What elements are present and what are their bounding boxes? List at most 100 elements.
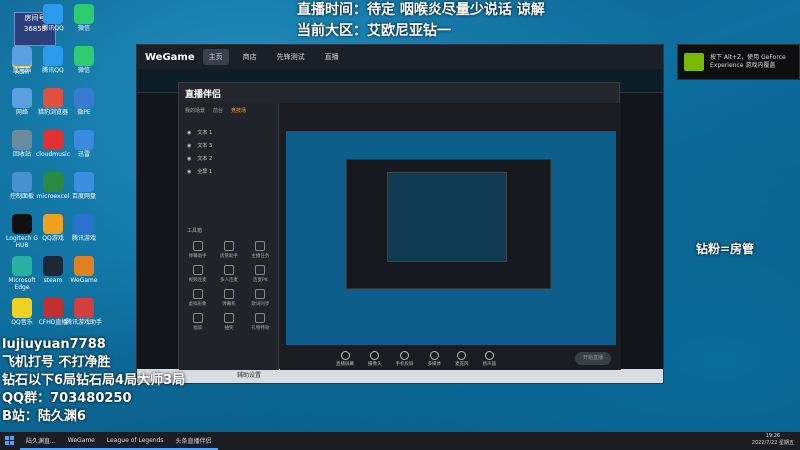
desktop-icon[interactable]: 腾讯游戏 [64, 214, 104, 243]
app-icon [74, 298, 94, 318]
app-icon [74, 88, 94, 108]
tool-item[interactable]: 主播任务 [246, 241, 275, 259]
app-icon [12, 130, 32, 150]
tool-item[interactable]: 连麦PK [246, 265, 275, 283]
tab-my-scenes[interactable]: 我的场景 [185, 107, 205, 114]
taskbar-item-browser[interactable]: 陆久渊直... [20, 432, 62, 450]
nvidia-notification[interactable]: 按下 Alt+Z，使用 GeForce Experience 游戏内覆盖 [677, 44, 800, 80]
desktop-icon[interactable]: 腾讯游戏助手 [64, 298, 104, 327]
tool-item[interactable]: 多人连麦 [214, 265, 243, 283]
wegame-tab-store[interactable]: 商店 [237, 49, 263, 65]
app-icon [74, 256, 94, 276]
tool-item[interactable]: 虚拟形象 [183, 289, 212, 307]
start-button[interactable] [0, 432, 20, 450]
source-control[interactable]: 扬声器 [482, 350, 497, 367]
desktop-icon-label: 迅雷 [77, 151, 90, 158]
preview-nested-window [346, 159, 551, 289]
control-icon [484, 350, 494, 360]
desktop-icon[interactable]: 迅雷 [64, 130, 104, 159]
source-control[interactable]: 直播屏幕 [336, 350, 354, 367]
tool-label: 弹幕助手 [188, 254, 207, 259]
tab-arena[interactable]: 竞技场 [231, 107, 246, 114]
taskbar-item-wegame[interactable]: WeGame [61, 432, 101, 450]
toolbox-grid: 弹幕助手 房管助手 主播任务视频连麦 多人连麦 连麦PK 虚拟形象 弹幕机 歌词同步福袋 抽奖 礼… [183, 241, 275, 331]
desktop-icon[interactable]: 微PE [64, 88, 104, 117]
app-icon [12, 88, 32, 108]
taskbar-item-lol[interactable]: League of Legends [100, 432, 170, 450]
layer-item[interactable]: ◉ 文本 3 [179, 139, 278, 152]
source-control[interactable]: 麦克风 [455, 350, 469, 367]
system-clock[interactable]: 19:26 2022/7/22 星期五 [752, 433, 794, 447]
desktop-icon[interactable]: 微信 [64, 4, 104, 33]
source-control[interactable]: 多媒体 [427, 350, 442, 367]
desktop-icon-label: 微PE [77, 109, 91, 116]
tool-label: 抽奖 [224, 326, 234, 331]
start-live-button[interactable]: 开始直播 [575, 352, 611, 365]
companion-logo: 直播伴侣 [185, 89, 222, 100]
app-icon [43, 172, 63, 192]
taskbar-item-companion[interactable]: 头条直播伴侣 [169, 432, 218, 450]
wegame-tab-home[interactable]: 主页 [202, 49, 229, 65]
wegame-titlebar[interactable]: WeGame 主页 商店 先锋测试 直播 [137, 45, 663, 69]
desktop-icon-label: steam [43, 277, 63, 284]
control-label: 手机投屏 [395, 361, 414, 367]
control-label: 摄像头 [368, 361, 382, 367]
tab-front[interactable]: 前台 [213, 107, 223, 114]
desktop-icon-label: 腾讯QQ [42, 67, 64, 74]
tool-item[interactable]: 抽奖 [214, 313, 243, 331]
tool-item[interactable]: 礼物特效 [246, 313, 275, 331]
layer-item[interactable]: ◉ 文本 1 [179, 126, 278, 139]
fan-role-overlay: 钻粉=房管 [696, 242, 755, 256]
wegame-bottom-bar[interactable]: 辅助设置 [137, 369, 663, 383]
app-icon [12, 298, 32, 318]
eye-icon[interactable]: ◉ [187, 130, 191, 136]
app-icon [12, 46, 32, 66]
control-icon [429, 350, 439, 360]
tool-label: 虚拟形象 [188, 302, 207, 307]
eye-icon[interactable]: ◉ [187, 169, 191, 175]
tool-item[interactable]: 歌词同步 [246, 289, 275, 307]
control-label: 多媒体 [427, 361, 442, 367]
companion-titlebar[interactable]: 直播伴侣 [179, 83, 619, 103]
desktop-icon-label: 腾讯游戏助手 [65, 319, 102, 326]
app-icon [43, 214, 63, 234]
tool-item[interactable]: 房管助手 [214, 241, 243, 259]
desktop-icon-label: QQ游戏 [42, 235, 64, 242]
control-label: 扬声器 [482, 361, 497, 367]
tool-icon [192, 241, 203, 251]
tool-label: 主播任务 [251, 254, 270, 259]
source-control[interactable]: 摄像头 [368, 350, 382, 367]
tool-item[interactable]: 弹幕助手 [183, 241, 212, 259]
app-icon [74, 172, 94, 192]
app-icon [43, 88, 63, 108]
stream-title-overlay: 直播时间：待定 咽喉炎尽量少说话 谅解 当前大区：艾欧尼亚钻一 [297, 2, 545, 39]
tool-label: 礼物特效 [251, 326, 270, 331]
app-icon [43, 46, 63, 66]
desktop-icon[interactable]: 微信 [64, 46, 104, 75]
wegame-tab-test[interactable]: 先锋测试 [271, 49, 311, 65]
desktop-icon[interactable]: WeGame [64, 256, 104, 285]
app-icon [43, 4, 63, 24]
app-icon [43, 130, 63, 150]
tool-item[interactable]: 弹幕机 [214, 289, 243, 307]
source-control[interactable]: 手机投屏 [395, 350, 414, 367]
wegame-tab-live[interactable]: 直播 [319, 49, 345, 65]
tool-icon [192, 289, 203, 299]
wegame-logo: WeGame [145, 51, 195, 63]
nvidia-icon [684, 53, 704, 71]
control-icon [340, 350, 350, 360]
scene-tabs: 我的场景 前台 竞技场 [179, 103, 278, 118]
tool-icon [255, 289, 266, 299]
tool-icon [223, 241, 234, 251]
desktop-icon[interactable]: 百度网盘 [64, 172, 104, 201]
layer-item[interactable]: ◉ 全屏 1 [179, 165, 278, 178]
app-icon [12, 256, 32, 276]
tool-item[interactable]: 视频连麦 [183, 265, 212, 283]
live-companion-window[interactable]: 直播伴侣 我的场景 前台 竞技场 ◉ 文本 1 ◉ 文本 3 ◉ 文本 2 ◉ 全屏 1… [178, 82, 621, 370]
tool-item[interactable]: 福袋 [183, 313, 212, 331]
tool-label: 多人连麦 [219, 278, 238, 283]
eye-icon[interactable]: ◉ [187, 143, 191, 149]
layer-item[interactable]: ◉ 文本 2 [179, 152, 278, 165]
eye-icon[interactable]: ◉ [187, 156, 191, 162]
desktop-icon-label: WeGame [70, 277, 98, 284]
